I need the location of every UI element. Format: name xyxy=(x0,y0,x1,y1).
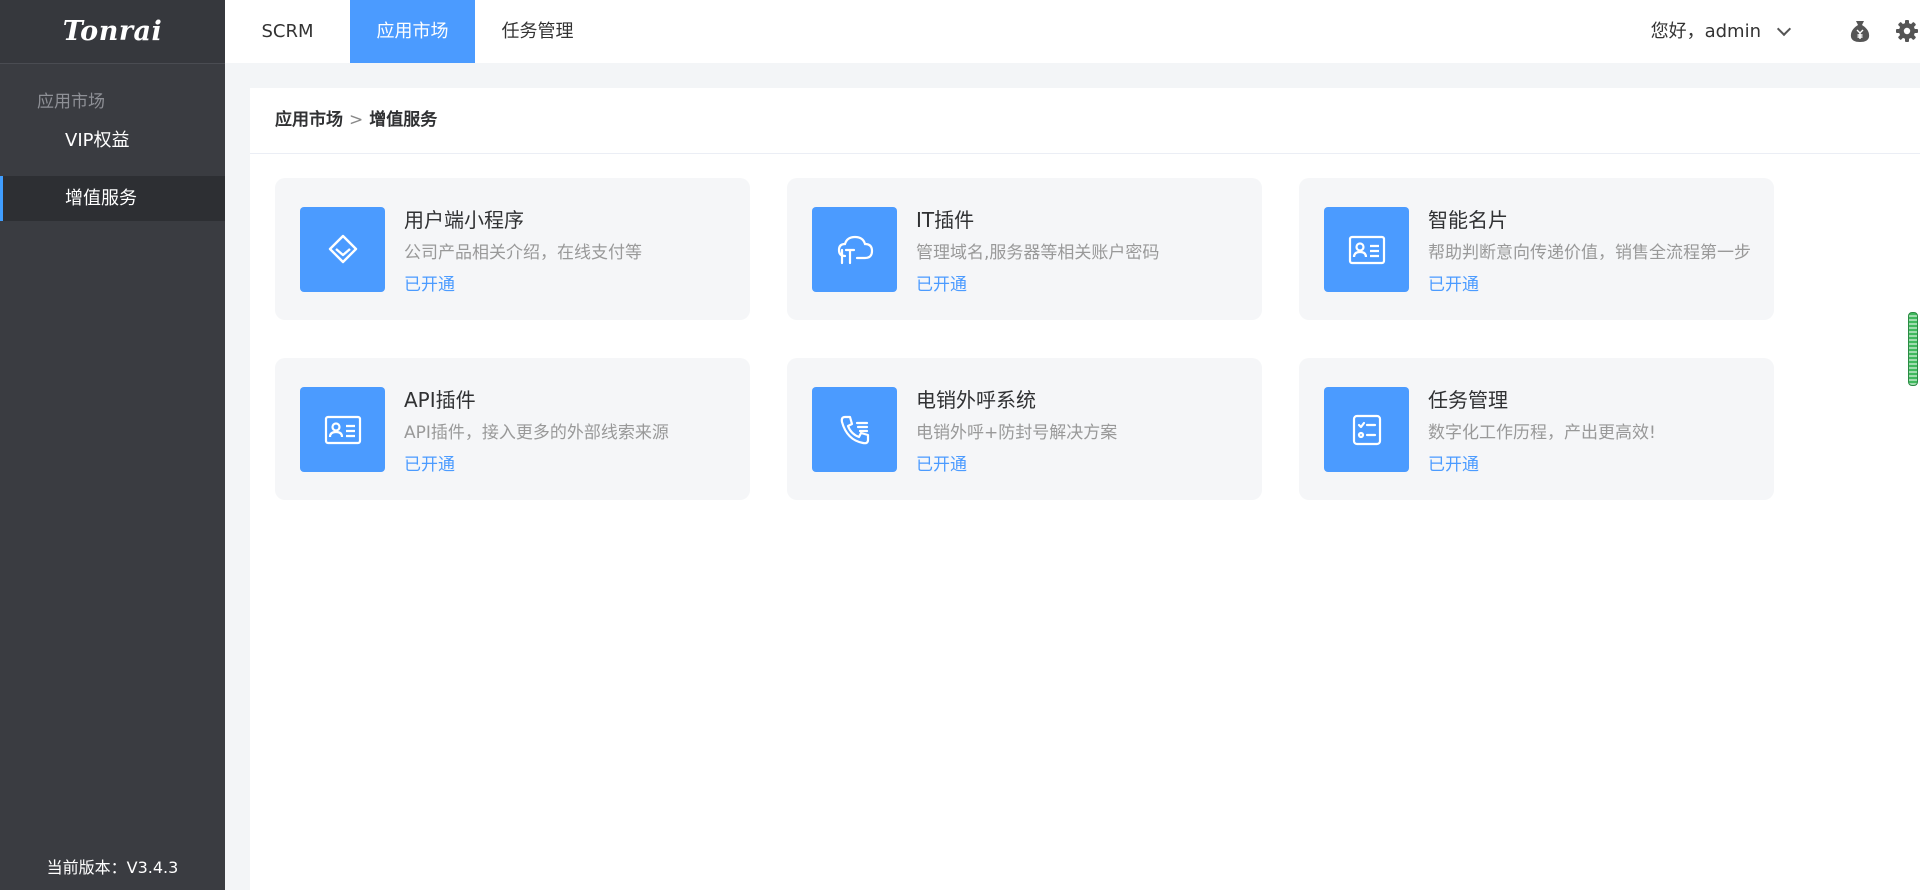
breadcrumb-separator: > xyxy=(349,110,364,130)
chevron-down-icon xyxy=(1776,21,1792,36)
card-description: 管理域名,服务器等相关账户密码 xyxy=(916,243,1160,263)
sidebar-item-value-added[interactable]: 增值服务 xyxy=(0,176,225,221)
card-title: 用户端小程序 xyxy=(404,208,524,232)
card-title: 智能名片 xyxy=(1428,208,1508,232)
service-card-mini-program[interactable]: 用户端小程序 公司产品相关介绍，在线支付等 已开通 xyxy=(275,178,750,320)
card-title: 任务管理 xyxy=(1428,388,1508,412)
tab-task-management[interactable]: 任务管理 xyxy=(475,0,600,63)
card-description: 数字化工作历程，产出更高效! xyxy=(1428,423,1656,443)
logo-text: Tonrai xyxy=(62,16,163,47)
card-description: 帮助判断意向传递价值，销售全流程第一步 xyxy=(1428,243,1751,263)
card-title: 电销外呼系统 xyxy=(916,388,1036,412)
it-cloud-icon xyxy=(812,207,897,292)
breadcrumb-parent[interactable]: 应用市场 xyxy=(275,110,343,130)
service-cards: 用户端小程序 公司产品相关介绍，在线支付等 已开通 IT插件 管理域名,服务器等… xyxy=(275,178,1774,500)
card-status[interactable]: 已开通 xyxy=(916,450,967,475)
scrollbar-thumb[interactable] xyxy=(1908,312,1918,386)
service-card-it-plugin[interactable]: IT插件 管理域名,服务器等相关账户密码 已开通 xyxy=(787,178,1262,320)
tab-scrm[interactable]: SCRM xyxy=(225,0,350,63)
breadcrumb: 应用市场 > 增值服务 xyxy=(250,88,1920,154)
breadcrumb-current: 增值服务 xyxy=(369,110,438,130)
id-card-icon xyxy=(300,387,385,472)
sidebar-item-vip[interactable]: VIP权益 xyxy=(0,118,225,163)
sidebar-group-label: 应用市场 xyxy=(37,92,105,112)
sidebar: Tonrai 应用市场 VIP权益 增值服务 当前版本：V3.4.3 xyxy=(0,0,225,890)
card-description: 电销外呼+防封号解决方案 xyxy=(916,423,1118,443)
card-title: IT插件 xyxy=(916,208,975,232)
money-bag-icon[interactable] xyxy=(1847,18,1873,44)
service-card-call-system[interactable]: 电销外呼系统 电销外呼+防封号解决方案 已开通 xyxy=(787,358,1262,500)
user-menu[interactable]: 您好，admin xyxy=(1650,0,1792,63)
service-card-smart-card[interactable]: 智能名片 帮助判断意向传递价值，销售全流程第一步 已开通 xyxy=(1299,178,1774,320)
phone-call-icon xyxy=(812,387,897,472)
main-panel: 应用市场 > 增值服务 用户端小程序 公司产品相关介绍，在线支付等 已开通 IT… xyxy=(250,88,1920,890)
top-nav: SCRM 应用市场 任务管理 您好，admin xyxy=(225,0,1920,63)
version-text: 当前版本：V3.4.3 xyxy=(46,858,179,877)
tab-app-market[interactable]: 应用市场 xyxy=(350,0,475,63)
diamond-icon xyxy=(300,207,385,292)
logo[interactable]: Tonrai xyxy=(0,0,225,64)
card-status[interactable]: 已开通 xyxy=(404,450,455,475)
checklist-icon xyxy=(1324,387,1409,472)
gear-icon[interactable] xyxy=(1894,18,1920,44)
greeting-text: 您好，admin xyxy=(1650,21,1761,42)
id-card-icon xyxy=(1324,207,1409,292)
service-card-task-management[interactable]: 任务管理 数字化工作历程，产出更高效! 已开通 xyxy=(1299,358,1774,500)
service-card-api-plugin[interactable]: API插件 API插件，接入更多的外部线索来源 已开通 xyxy=(275,358,750,500)
card-status[interactable]: 已开通 xyxy=(404,270,455,295)
card-title: API插件 xyxy=(404,388,476,412)
card-description: API插件，接入更多的外部线索来源 xyxy=(404,423,669,443)
card-description: 公司产品相关介绍，在线支付等 xyxy=(404,243,642,263)
card-status[interactable]: 已开通 xyxy=(1428,450,1479,475)
card-status[interactable]: 已开通 xyxy=(1428,270,1479,295)
card-status[interactable]: 已开通 xyxy=(916,270,967,295)
